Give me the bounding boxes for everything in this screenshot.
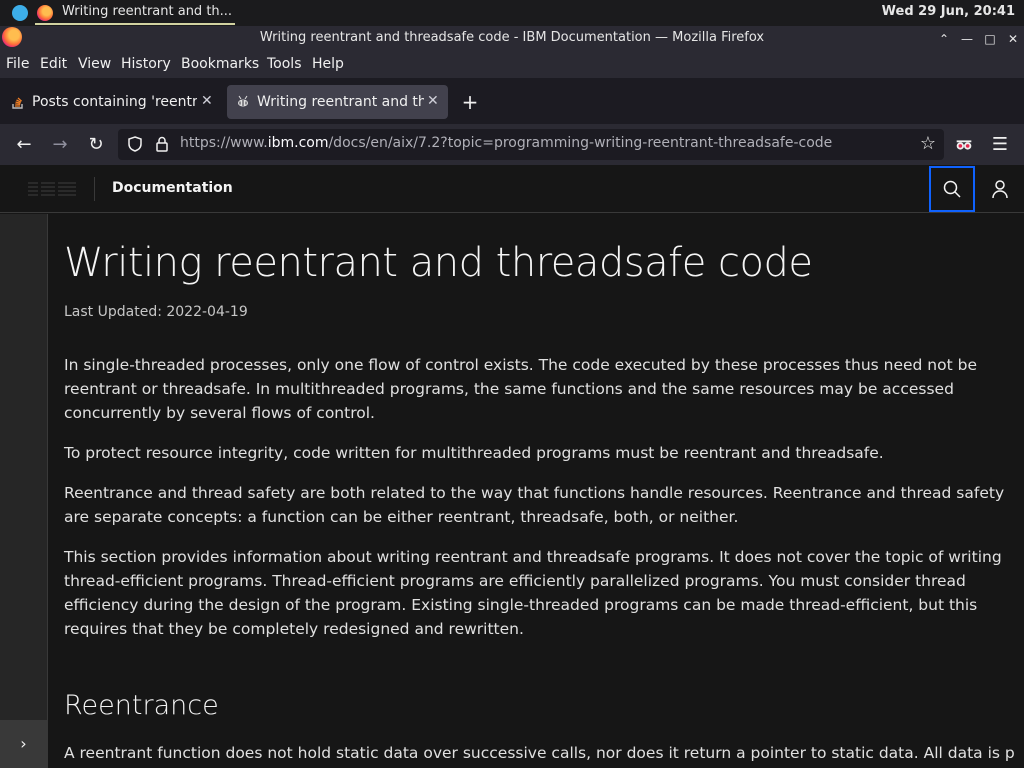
tab-posts-containing[interactable]: Posts containing 'reentrant' ✕ [2, 85, 220, 119]
forward-button[interactable]: → [46, 131, 74, 159]
tab-strip: Posts containing 'reentrant' ✕ Writing r… [0, 78, 1024, 124]
navigation-toolbar: ← → ↻ https://www.ibm.com/docs/en/aix/7.… [0, 124, 1024, 165]
tab-close-icon[interactable]: ✕ [201, 93, 213, 109]
page-title: Writing reentrant and threadsafe code [64, 240, 813, 286]
paragraph: This section provides information about … [64, 548, 1002, 638]
tracking-protection-shield-icon[interactable] [126, 135, 144, 153]
hamburger-menu-icon[interactable]: ☰ [986, 131, 1014, 159]
ibm-site-header: Documentation [0, 165, 1024, 213]
menu-bar: File Edit View History Bookmarks Tools H… [0, 52, 1024, 78]
active-task-indicator [35, 23, 235, 25]
system-clock[interactable]: Wed 29 Jun, 20:41 [882, 4, 1015, 19]
menu-history[interactable]: History [121, 56, 171, 72]
user-profile-button[interactable] [978, 166, 1024, 212]
menu-bookmarks[interactable]: Bookmarks [181, 56, 259, 72]
extension-icon[interactable] [953, 134, 975, 156]
paragraph: To protect resource integrity, code writ… [64, 444, 884, 462]
paragraph: Reentrance and thread safety are both re… [64, 484, 1005, 526]
window-title-bar: Writing reentrant and threadsafe code - … [0, 26, 1024, 52]
menu-edit[interactable]: Edit [40, 56, 67, 72]
window-title: Writing reentrant and threadsafe code - … [259, 30, 765, 45]
back-button[interactable]: ← [10, 131, 38, 159]
tab-label: Posts containing 'reentrant' [32, 94, 197, 110]
window-shade-icon[interactable]: ⌃ [934, 29, 954, 49]
paragraph: A reentrant function does not hold stati… [64, 744, 1014, 762]
menu-help[interactable]: Help [312, 56, 344, 72]
system-top-bar: Writing reentrant and th... Wed 29 Jun, … [0, 0, 1024, 26]
stackoverflow-icon [12, 97, 23, 109]
lock-icon[interactable] [153, 135, 171, 153]
ibm-logo[interactable] [28, 181, 76, 199]
window-close-icon[interactable]: ✕ [1003, 29, 1023, 49]
firefox-task-icon[interactable] [37, 5, 53, 21]
taskbar-window-label[interactable]: Writing reentrant and th... [62, 4, 232, 19]
ibm-bee-icon [238, 95, 248, 107]
chevron-right-icon: › [20, 734, 27, 753]
section-heading-reentrance: Reentrance [64, 690, 219, 721]
documentation-link[interactable]: Documentation [112, 180, 233, 196]
menu-file[interactable]: File [6, 56, 29, 72]
tab-label: Writing reentrant and thr [257, 94, 424, 110]
left-navigation-rail: › [0, 214, 48, 768]
user-icon [992, 180, 1008, 199]
app-launcher-icon[interactable] [12, 5, 28, 21]
paragraph: In single-threaded processes, only one f… [64, 356, 977, 422]
url-bar[interactable]: https://www.ibm.com/docs/en/aix/7.2?topi… [118, 129, 944, 160]
bookmark-star-icon[interactable]: ☆ [920, 133, 936, 154]
search-button[interactable] [929, 166, 975, 212]
window-minimize-icon[interactable]: — [957, 29, 977, 49]
new-tab-button[interactable]: + [458, 90, 482, 114]
tab-writing-reentrant[interactable]: Writing reentrant and thr ✕ [227, 85, 448, 119]
expand-toc-button[interactable]: › [0, 720, 47, 768]
url-text[interactable]: https://www.ibm.com/docs/en/aix/7.2?topi… [180, 135, 832, 151]
window-maximize-icon[interactable]: □ [980, 29, 1000, 49]
menu-tools[interactable]: Tools [267, 56, 302, 72]
reload-button[interactable]: ↻ [82, 131, 110, 159]
last-updated: Last Updated: 2022-04-19 [64, 304, 248, 320]
search-icon [943, 180, 961, 198]
menu-view[interactable]: View [78, 56, 111, 72]
tab-close-icon[interactable]: ✕ [427, 93, 439, 109]
header-divider [94, 177, 95, 201]
article-content: Writing reentrant and threadsafe code La… [48, 214, 1024, 768]
